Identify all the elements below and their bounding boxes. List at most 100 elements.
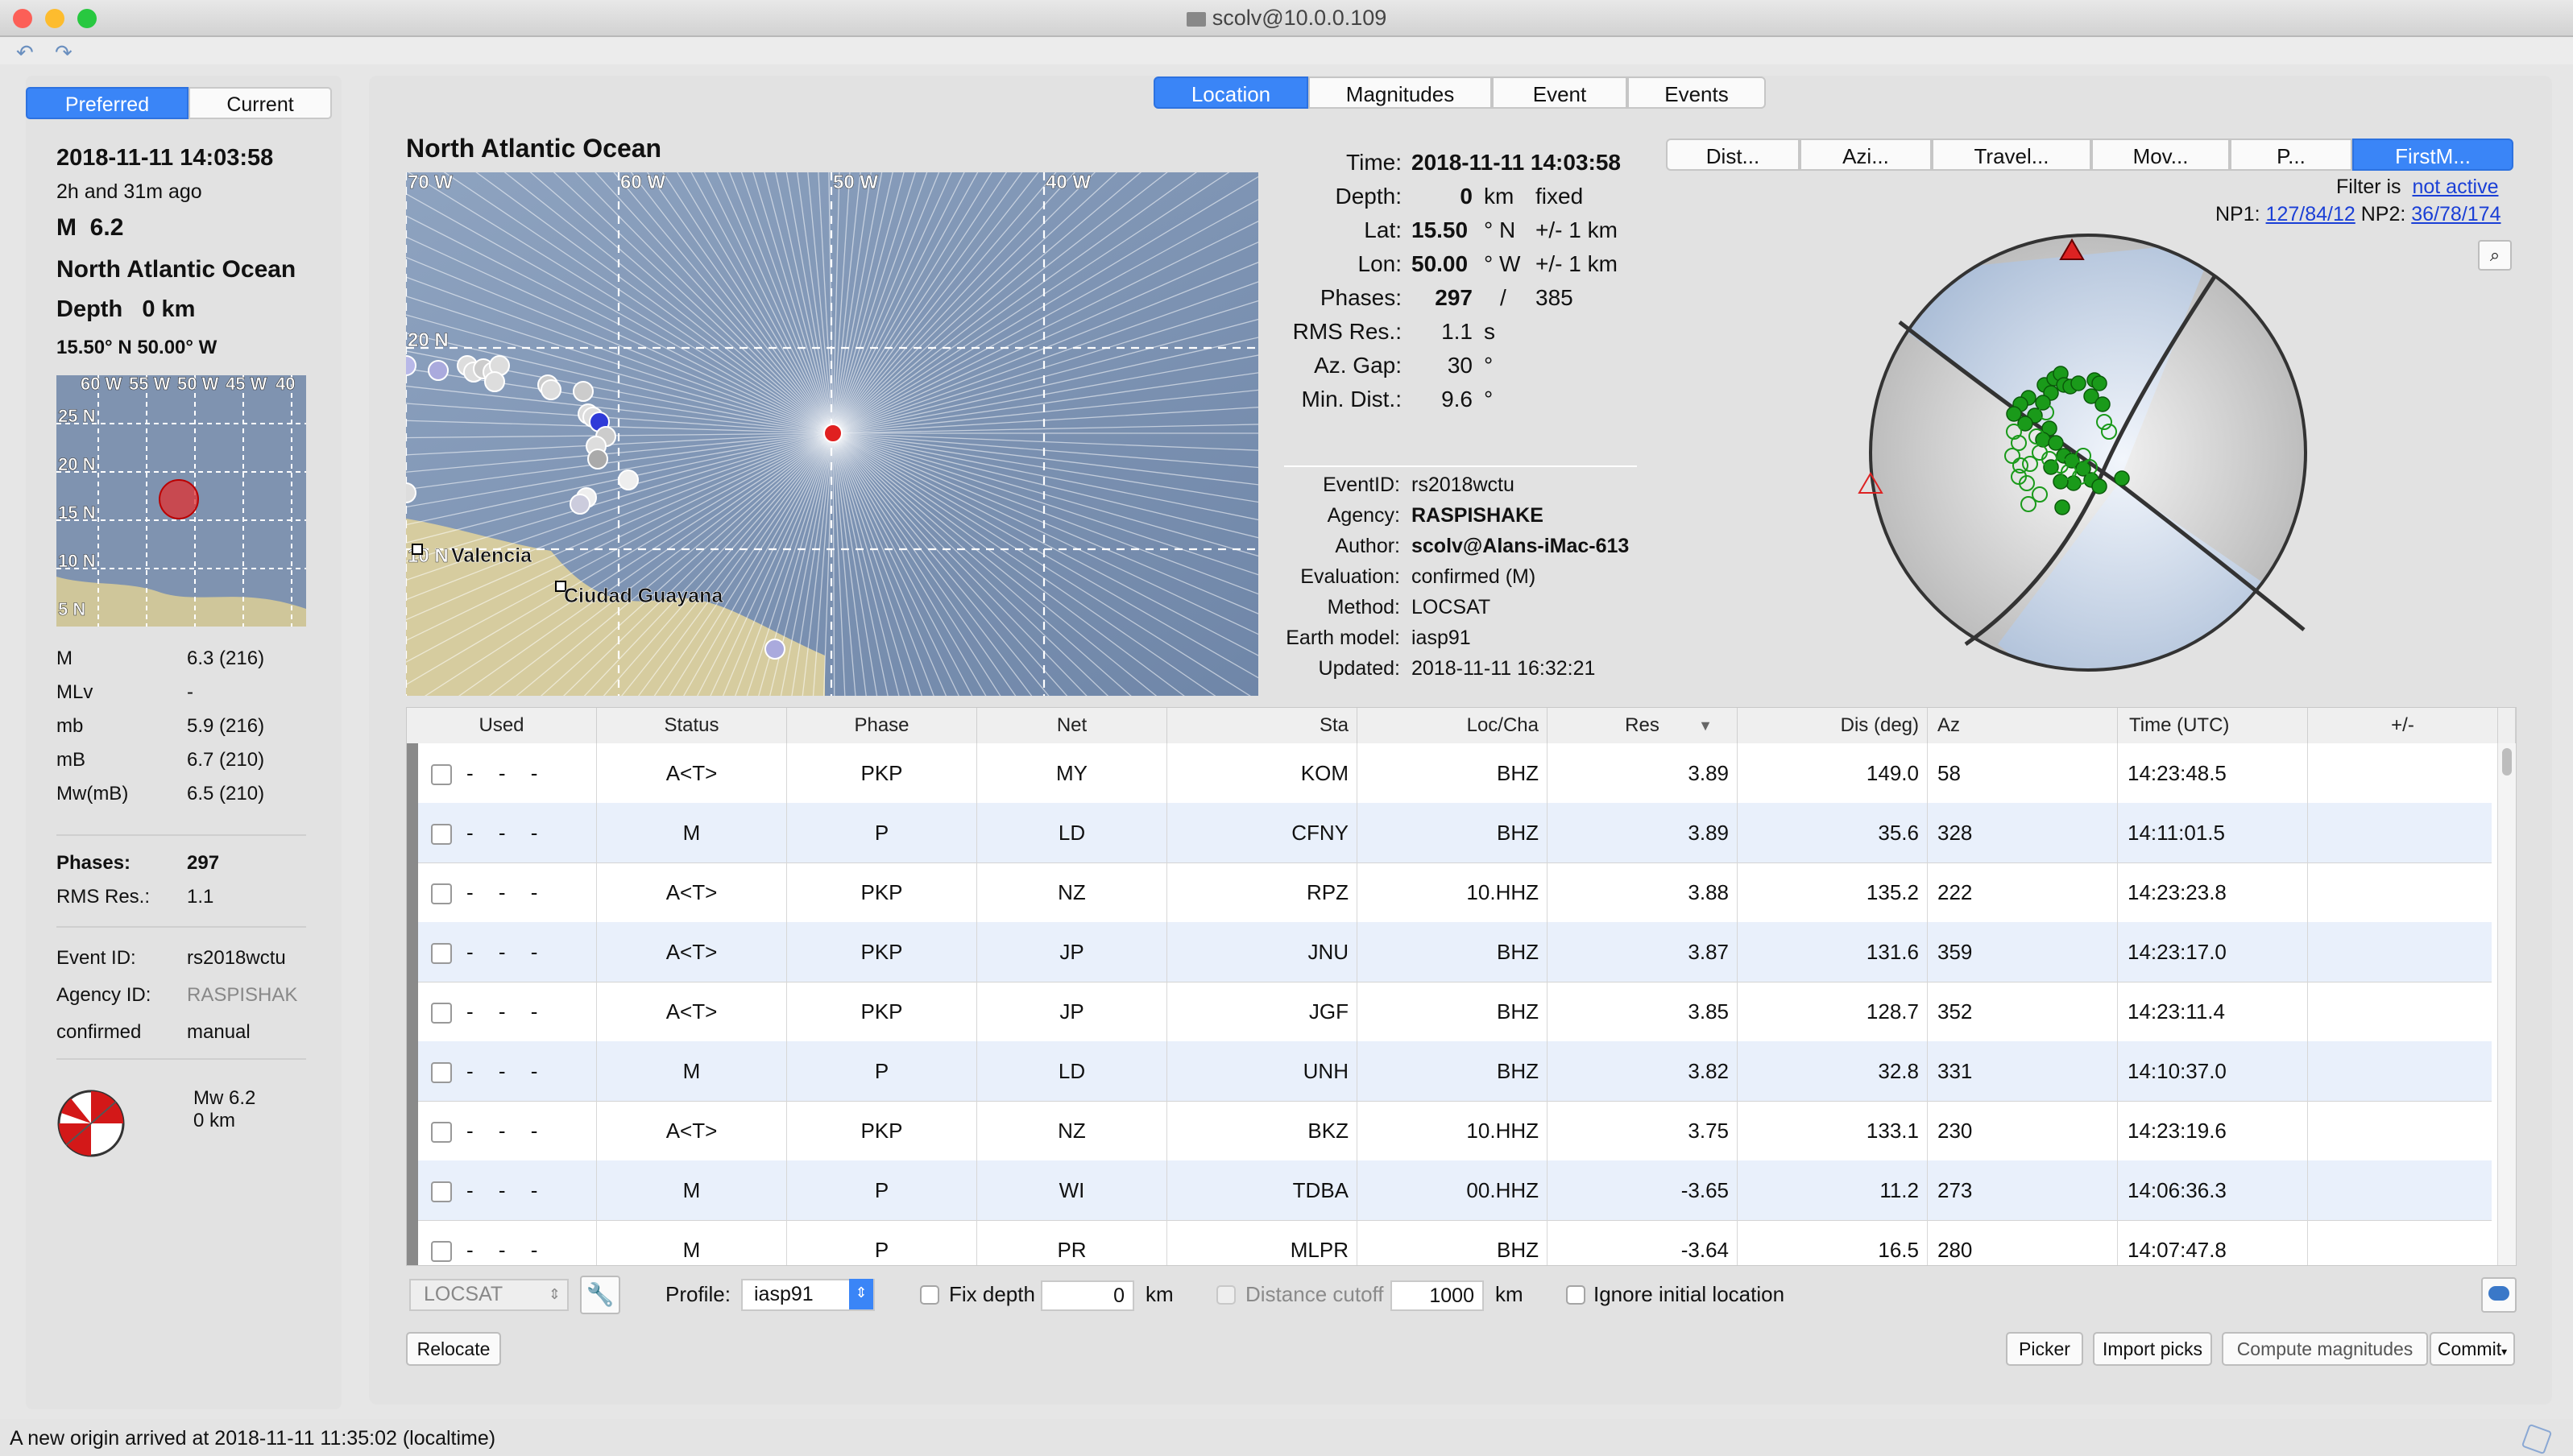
preferred-origin-toggle[interactable]: Preferred [26, 87, 189, 119]
tab-magnitudes[interactable]: Magnitudes [1308, 77, 1492, 109]
phase-cell: PKP [787, 862, 977, 922]
current-origin-toggle[interactable]: Current [189, 87, 332, 119]
column-header-res[interactable]: Res ▼ [1548, 708, 1738, 743]
column-header-phase[interactable]: Phase [787, 708, 977, 743]
map-region-title: North Atlantic Ocean [406, 134, 662, 163]
time-cell: 14:23:48.5 [2118, 743, 2308, 803]
undo-icon[interactable]: ↶ [16, 40, 34, 65]
dis-cell: 133.1 [1738, 1101, 1928, 1160]
earth-model-label: Earth model: [1286, 627, 1400, 649]
table-row[interactable]: - - - A<T> PKP JP JNU BHZ 3.87 131.6 359 14:23:17… [407, 922, 2498, 982]
used-checkbox[interactable] [431, 1062, 452, 1083]
az-cell: 230 [1928, 1101, 2118, 1160]
first-motion-plot[interactable] [1853, 225, 2336, 685]
tab-traveltime-plot[interactable]: Travel... [1932, 139, 2091, 171]
column-header-used[interactable]: Used [407, 708, 597, 743]
azgap-unit: ° [1484, 353, 1494, 378]
weight-flags: - - - [466, 821, 548, 845]
phase-cell: PKP [787, 922, 977, 982]
locator-select[interactable]: LOCSAT ⇕ [409, 1279, 569, 1311]
table-row[interactable]: - - - M P LD CFNY BHZ 3.89 35.6 328 14:11:01.5 [407, 803, 2498, 863]
overview-minimap[interactable]: 60 W 55 W 50 W 45 W 40 25 N 20 N 15 N 10… [56, 375, 306, 627]
station-marker [618, 469, 639, 490]
table-row[interactable]: - - - M P WI TDBA 00.HHZ -3.65 11.2 273 14:06:36.… [407, 1160, 2498, 1221]
compression-polarity-marker [2091, 478, 2107, 494]
tab-event[interactable]: Event [1492, 77, 1627, 109]
table-row[interactable]: - - - A<T> PKP JP JGF BHZ 3.85 128.7 352 14:23:11… [407, 982, 2498, 1042]
column-header-status[interactable]: Status [597, 708, 787, 743]
used-checkbox[interactable] [431, 1003, 452, 1024]
tab-location[interactable]: Location [1154, 77, 1308, 109]
column-header-az[interactable]: Az [1928, 708, 2118, 743]
redo-icon[interactable]: ↷ [55, 40, 73, 65]
status-cell: M [597, 1160, 787, 1220]
arrivals-table: Used Status Phase Net Sta Loc/Cha Res ▼ D… [406, 707, 2517, 1266]
filter-link[interactable]: not active [2412, 176, 2498, 198]
profile-select[interactable]: iasp91 ⇕ [741, 1279, 875, 1311]
author-label: Author: [1335, 535, 1400, 557]
used-checkbox[interactable] [431, 1181, 452, 1202]
minimap-lat-label: 15 N [58, 503, 95, 523]
distance-cutoff-unit: km [1495, 1282, 1523, 1306]
table-row[interactable]: - - - A<T> PKP NZ BKZ 10.HHZ 3.75 133.1 230 14:23… [407, 1101, 2498, 1161]
city-label-ciudad-guayana: Ciudad Guayana [564, 585, 723, 607]
focal-mechanism-beachball-icon[interactable] [56, 1089, 126, 1158]
magnitude-type: MLv [56, 681, 93, 703]
table-row[interactable]: - - - M P LD UNH BHZ 3.82 32.8 331 14:10:37.0 [407, 1041, 2498, 1102]
tab-first-motion-plot[interactable]: FirstM... [2352, 139, 2513, 171]
loccha-cell: BHZ [1357, 982, 1548, 1041]
column-header-sta[interactable]: Sta [1167, 708, 1357, 743]
locator-settings-icon[interactable]: 🔧 [580, 1276, 620, 1314]
distance-cutoff-input[interactable]: 1000 [1390, 1280, 1484, 1311]
column-header-loccha[interactable]: Loc/Cha [1357, 708, 1548, 743]
column-header-net[interactable]: Net [977, 708, 1167, 743]
ignore-initial-location-checkbox[interactable] [1566, 1285, 1585, 1305]
net-cell: LD [977, 1041, 1167, 1101]
used-cell: - - - [407, 862, 597, 922]
used-checkbox[interactable] [431, 824, 452, 845]
compute-magnitudes-button[interactable]: Compute magnitudes [2222, 1332, 2428, 1366]
plot-options-icon[interactable]: ⌕ [2478, 240, 2512, 271]
column-header-error[interactable]: +/- [2308, 708, 2498, 743]
comment-icon[interactable] [2481, 1277, 2517, 1313]
scrollbar-thumb[interactable] [2502, 748, 2512, 776]
sta-cell: MLPR [1167, 1220, 1357, 1265]
depth-summary: Depth 0 km [56, 296, 196, 322]
dis-cell: 128.7 [1738, 982, 1928, 1041]
fix-depth-checkbox[interactable] [920, 1285, 939, 1305]
location-map[interactable]: 70 W 60 W 50 W 40 W 20 N 10 N Valencia C… [406, 172, 1258, 696]
tab-azimuth-plot[interactable]: Azi... [1800, 139, 1932, 171]
lon-unit: ° W [1484, 251, 1521, 276]
commit-button[interactable]: Commit▾ [2430, 1332, 2515, 1366]
picker-button[interactable]: Picker [2006, 1332, 2083, 1366]
import-picks-button[interactable]: Import picks [2093, 1332, 2212, 1366]
distance-cutoff-checkbox[interactable] [1216, 1285, 1236, 1305]
column-header-time[interactable]: Time (UTC) [2118, 708, 2308, 743]
dis-cell: 135.2 [1738, 862, 1928, 922]
table-row[interactable]: - - - A<T> PKP NZ RPZ 10.HHZ 3.88 135.2 222 14:23… [407, 862, 2498, 923]
net-cell: NZ [977, 862, 1167, 922]
err-cell [2308, 1220, 2498, 1265]
used-cell: - - - [407, 1101, 597, 1160]
sta-cell: JGF [1167, 982, 1357, 1041]
fix-depth-input[interactable]: 0 [1041, 1280, 1134, 1311]
relocate-button[interactable]: Relocate [406, 1332, 501, 1366]
magnitude-type: mB [56, 749, 85, 771]
lon-label: Lon: [1357, 251, 1403, 276]
column-header-dis[interactable]: Dis (deg) [1738, 708, 1928, 743]
tab-distance-plot[interactable]: Dist... [1666, 139, 1800, 171]
tab-polar-plot[interactable]: P... [2230, 139, 2352, 171]
tab-moveout-plot[interactable]: Mov... [2091, 139, 2230, 171]
np1-link[interactable]: 127/84/12 [2266, 203, 2355, 225]
table-row[interactable]: - - - A<T> PKP MY KOM BHZ 3.89 149.0 58 14:23:48.… [407, 743, 2498, 804]
vertical-scrollbar[interactable] [2498, 743, 2516, 1265]
phases-label: Phases: [1320, 285, 1402, 310]
table-row[interactable]: - - - M P PR MLPR BHZ -3.64 16.5 280 14:07:47.8 [407, 1220, 2498, 1265]
used-checkbox[interactable] [431, 943, 452, 964]
np2-link[interactable]: 36/78/174 [2411, 203, 2500, 225]
used-checkbox[interactable] [431, 764, 452, 785]
tab-events[interactable]: Events [1627, 77, 1766, 109]
used-checkbox[interactable] [431, 883, 452, 904]
used-checkbox[interactable] [431, 1241, 452, 1262]
used-checkbox[interactable] [431, 1122, 452, 1143]
